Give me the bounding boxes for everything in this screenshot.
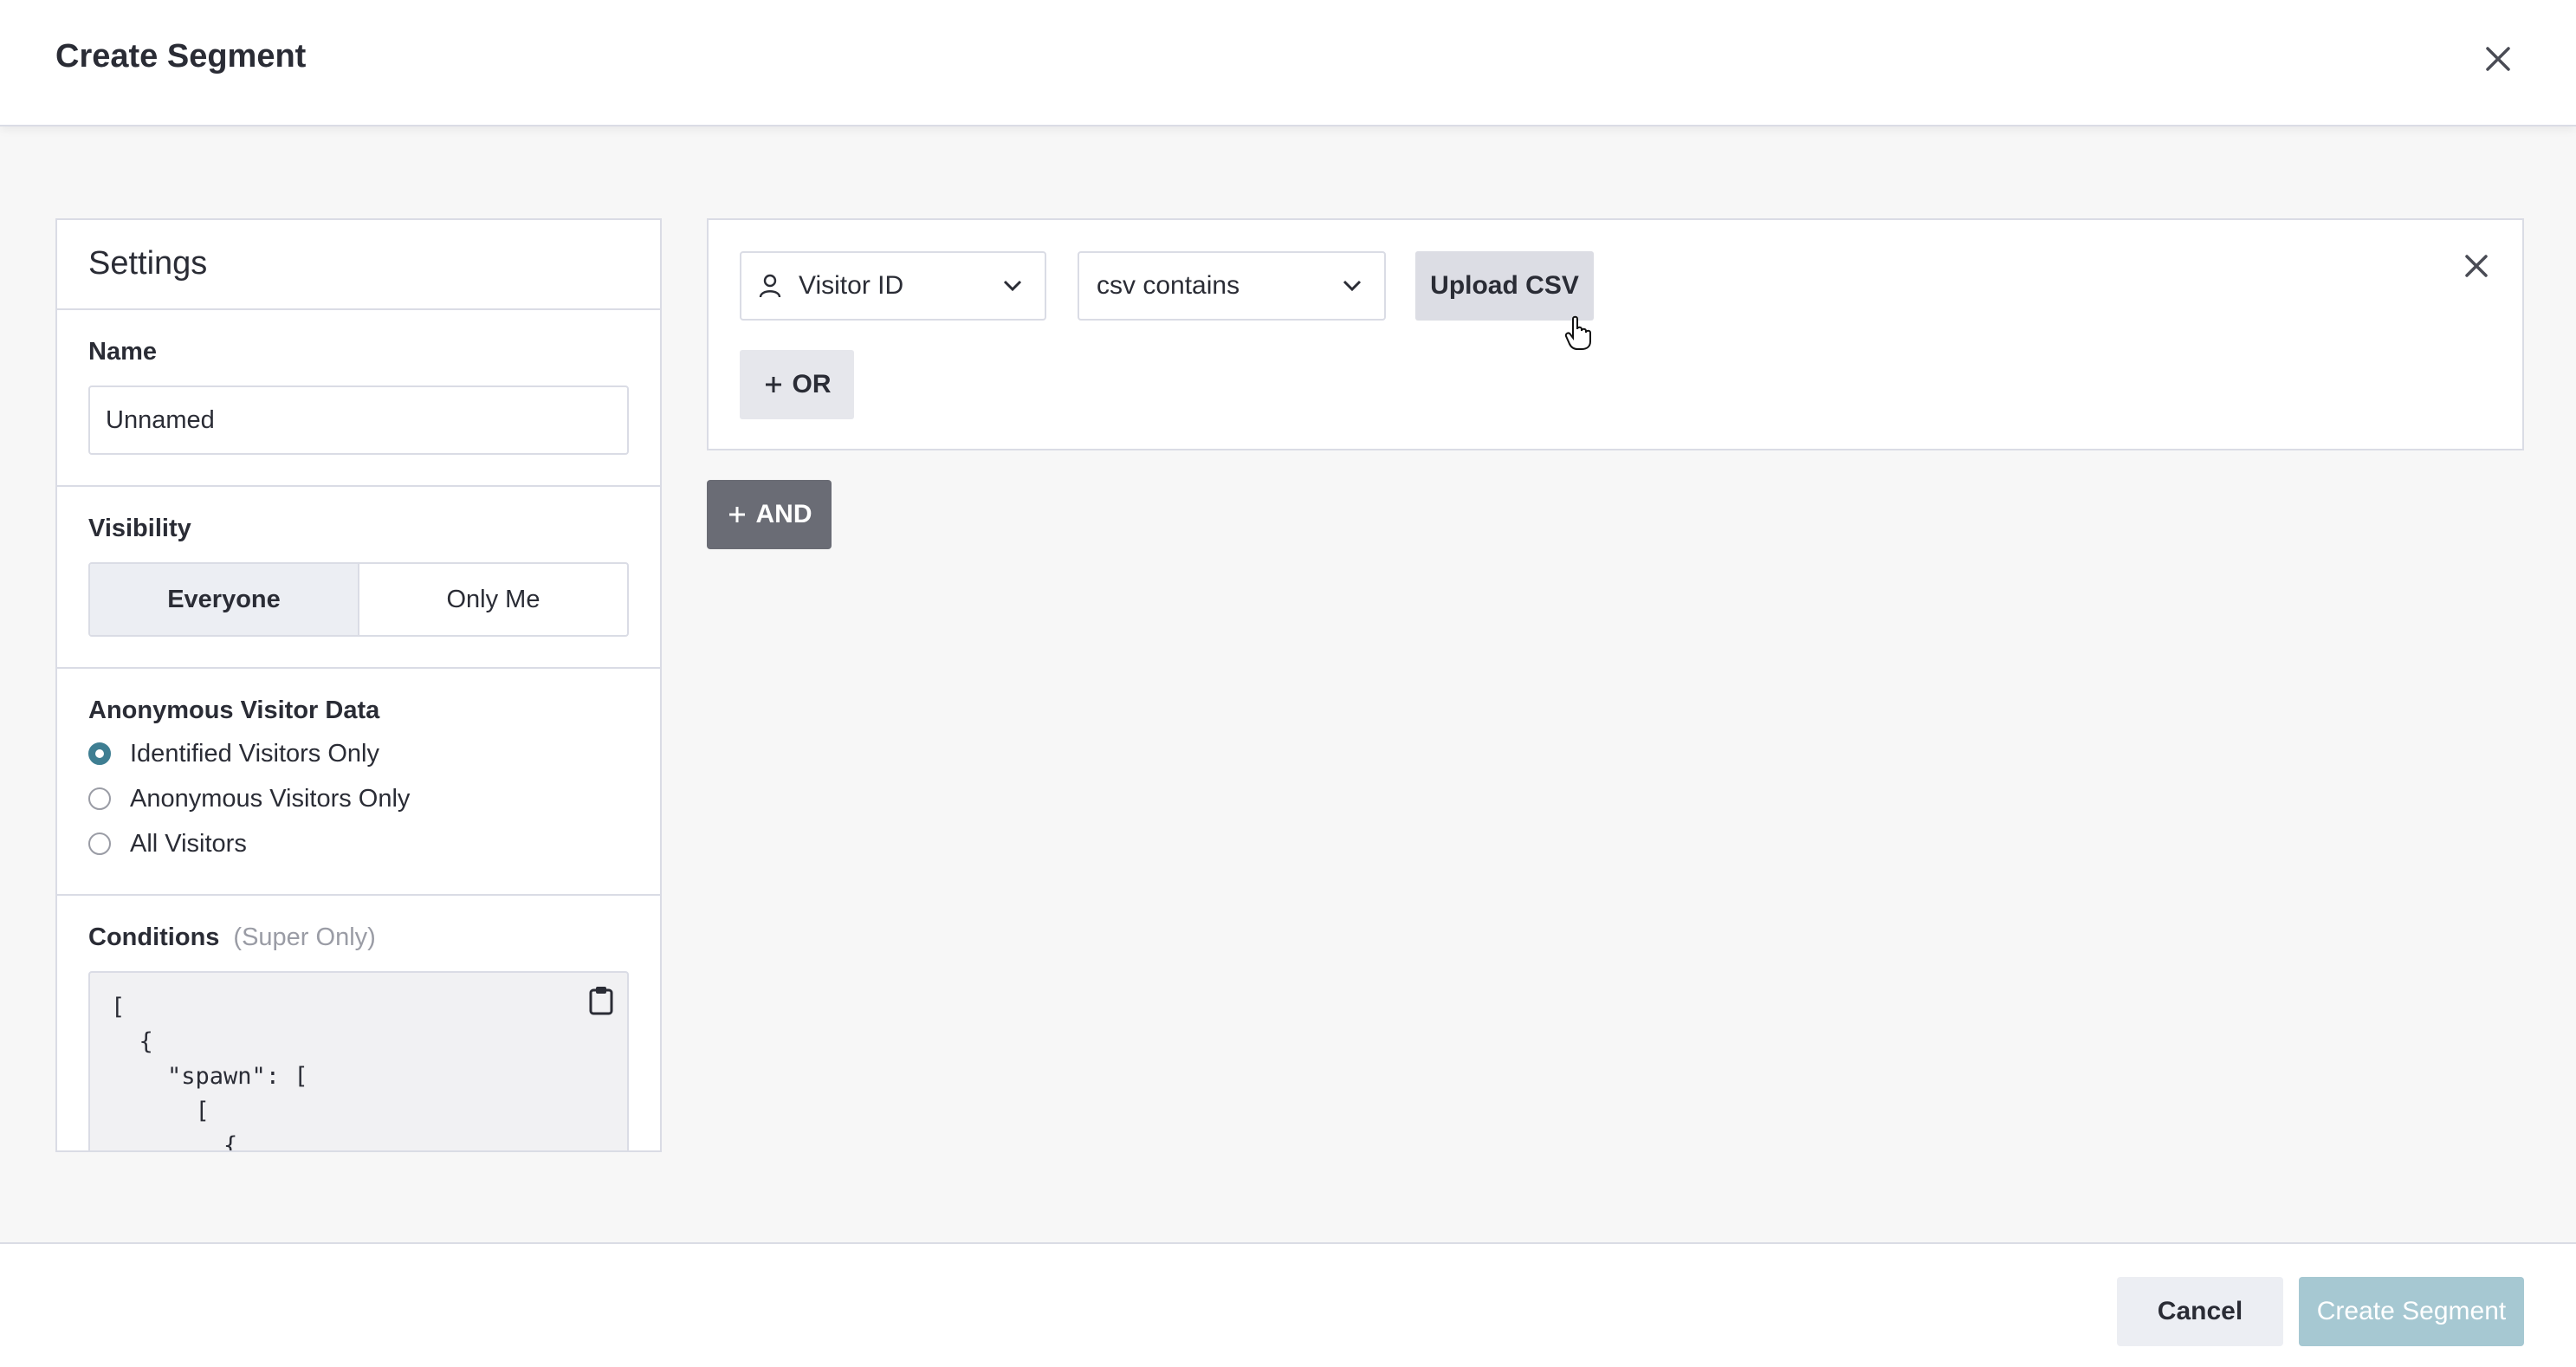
conditions-note: (Super Only) xyxy=(233,923,376,951)
visibility-section: Visibility Everyone Only Me xyxy=(57,487,660,669)
modal-header: Create Segment xyxy=(0,0,2576,126)
rule-group: Visitor ID csv contains Upload CSV OR xyxy=(707,218,2524,450)
clipboard-icon[interactable] xyxy=(587,985,615,1016)
conditions-section: Conditions (Super Only) [ { "spawn": [ [ … xyxy=(57,896,660,1152)
modal-footer: Cancel Create Segment xyxy=(0,1242,2576,1367)
operator-dropdown-value: csv contains xyxy=(1097,271,1240,300)
add-and-button[interactable]: AND xyxy=(707,480,832,549)
radio-all[interactable]: All Visitors xyxy=(88,827,629,860)
operator-dropdown[interactable]: csv contains xyxy=(1078,251,1386,321)
field-dropdown[interactable]: Visitor ID xyxy=(740,251,1046,321)
page-title: Create Segment xyxy=(55,38,307,75)
radio-identified[interactable]: Identified Visitors Only xyxy=(88,737,629,770)
anonymous-section: Anonymous Visitor Data Identified Visito… xyxy=(57,669,660,896)
name-input[interactable] xyxy=(88,385,629,455)
add-or-button[interactable]: OR xyxy=(740,350,854,419)
conditions-code[interactable]: [ { "spawn": [ [ { xyxy=(88,971,629,1152)
visibility-label: Visibility xyxy=(88,515,191,542)
anonymous-label: Anonymous Visitor Data xyxy=(88,696,380,724)
add-or-label: OR xyxy=(792,370,832,398)
field-dropdown-value: Visitor ID xyxy=(799,271,904,300)
close-icon[interactable] xyxy=(2462,251,2491,281)
hand-cursor-icon xyxy=(1564,315,1591,350)
settings-title: Settings xyxy=(57,220,660,310)
name-label: Name xyxy=(88,338,157,366)
cancel-button[interactable]: Cancel xyxy=(2117,1277,2283,1346)
plus-icon xyxy=(765,377,781,392)
person-icon xyxy=(759,274,781,298)
visibility-option-only-me[interactable]: Only Me xyxy=(359,564,627,635)
chevron-down-icon xyxy=(1003,280,1022,292)
radio-anonymous[interactable]: Anonymous Visitors Only xyxy=(88,782,629,815)
name-section: Name xyxy=(57,310,660,487)
upload-csv-button[interactable]: Upload CSV xyxy=(1415,251,1594,321)
radio-button[interactable] xyxy=(88,833,111,855)
close-icon[interactable] xyxy=(2481,42,2515,76)
add-and-label: AND xyxy=(755,500,812,528)
radio-button-checked[interactable] xyxy=(88,742,111,765)
settings-panel: Settings Name Visibility Everyone Only M… xyxy=(55,218,662,1152)
radio-label: All Visitors xyxy=(130,829,247,858)
visibility-toggle: Everyone Only Me xyxy=(88,562,629,637)
chevron-down-icon xyxy=(1343,280,1362,292)
radio-label: Identified Visitors Only xyxy=(130,739,379,768)
create-segment-button[interactable]: Create Segment xyxy=(2299,1277,2524,1346)
radio-label: Anonymous Visitors Only xyxy=(130,784,411,813)
radio-button[interactable] xyxy=(88,787,111,810)
conditions-json: [ { "spawn": [ [ { xyxy=(111,994,308,1152)
conditions-heading: Conditions (Super Only) xyxy=(88,923,629,952)
plus-icon xyxy=(728,507,745,522)
visibility-option-everyone[interactable]: Everyone xyxy=(90,564,359,635)
conditions-label: Conditions xyxy=(88,923,220,951)
